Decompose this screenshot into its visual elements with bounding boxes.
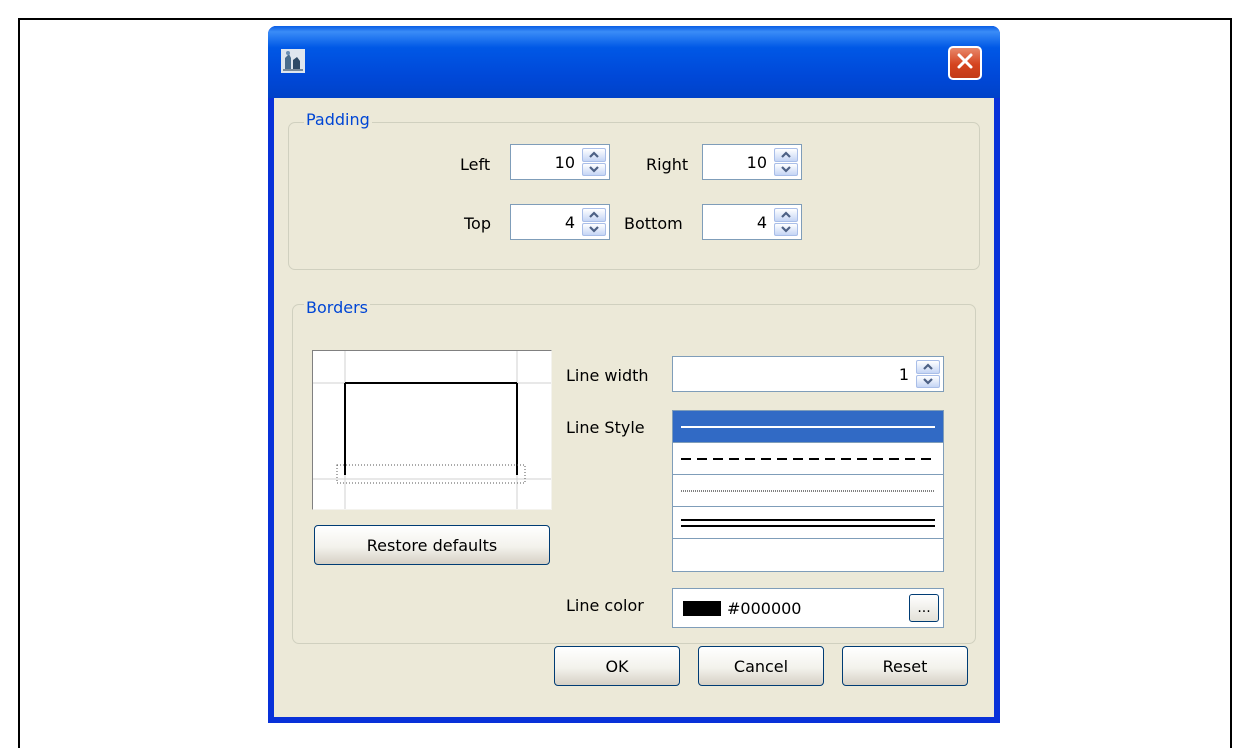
dialog-content: Padding Left 10 Right 10 Top 4 Bottom 4 … [274, 98, 994, 717]
choose-color-button[interactable]: ... [909, 594, 939, 622]
chevron-up-icon [589, 151, 599, 158]
line-style-double[interactable] [673, 507, 943, 539]
right-spinner[interactable]: 10 [702, 144, 802, 180]
borders-legend: Borders [304, 298, 370, 318]
right-value: 10 [746, 153, 767, 172]
title-bar[interactable] [268, 26, 1000, 98]
top-spinner[interactable]: 4 [510, 204, 610, 240]
reset-button[interactable]: Reset [842, 646, 968, 686]
chevron-up-icon [589, 211, 599, 218]
border-preview-diagram [313, 351, 551, 509]
close-icon [956, 52, 974, 74]
chevron-down-icon [781, 226, 791, 233]
line-width-increment-button[interactable] [916, 360, 940, 374]
line-width-label: Line width [566, 366, 649, 385]
restore-defaults-button[interactable]: Restore defaults [314, 525, 550, 565]
top-value: 4 [564, 213, 575, 232]
line-style-dashed[interactable] [673, 443, 943, 475]
close-button[interactable] [948, 46, 982, 80]
line-color-value: #000000 [727, 599, 802, 618]
line-style-none[interactable] [673, 539, 943, 570]
java-app-icon [280, 48, 306, 74]
bottom-decrement-button[interactable] [774, 222, 798, 236]
ok-button[interactable]: OK [554, 646, 680, 686]
right-increment-button[interactable] [774, 148, 798, 162]
line-style-dotted[interactable] [673, 475, 943, 507]
left-increment-button[interactable] [582, 148, 606, 162]
chevron-down-icon [781, 166, 791, 173]
left-value: 10 [554, 153, 575, 172]
chevron-down-icon [923, 378, 933, 385]
padding-legend: Padding [304, 110, 372, 130]
line-style-label: Line Style [566, 418, 645, 437]
chevron-up-icon [923, 363, 933, 370]
line-width-spinner[interactable]: 1 [672, 356, 944, 392]
border-preview[interactable] [312, 350, 552, 510]
bottom-spinner[interactable]: 4 [702, 204, 802, 240]
line-color-label: Line color [566, 596, 644, 615]
bottom-label: Bottom [624, 214, 683, 233]
color-swatch [683, 601, 721, 616]
chevron-up-icon [781, 151, 791, 158]
dialog-window: Padding Left 10 Right 10 Top 4 Bottom 4 … [268, 26, 1000, 723]
padding-group [288, 122, 980, 270]
left-decrement-button[interactable] [582, 162, 606, 176]
line-style-list[interactable] [672, 410, 944, 572]
right-label: Right [646, 155, 689, 174]
top-label: Top [464, 214, 491, 233]
left-label: Left [460, 155, 491, 174]
right-decrement-button[interactable] [774, 162, 798, 176]
line-width-value: 1 [898, 365, 909, 384]
cancel-button[interactable]: Cancel [698, 646, 824, 686]
chevron-down-icon [589, 166, 599, 173]
line-style-solid[interactable] [673, 411, 943, 443]
bottom-increment-button[interactable] [774, 208, 798, 222]
left-spinner[interactable]: 10 [510, 144, 610, 180]
line-color-field[interactable]: #000000 ... [672, 588, 944, 628]
bottom-value: 4 [756, 213, 767, 232]
chevron-down-icon [589, 226, 599, 233]
top-increment-button[interactable] [582, 208, 606, 222]
chevron-up-icon [781, 211, 791, 218]
top-decrement-button[interactable] [582, 222, 606, 236]
line-width-decrement-button[interactable] [916, 374, 940, 388]
